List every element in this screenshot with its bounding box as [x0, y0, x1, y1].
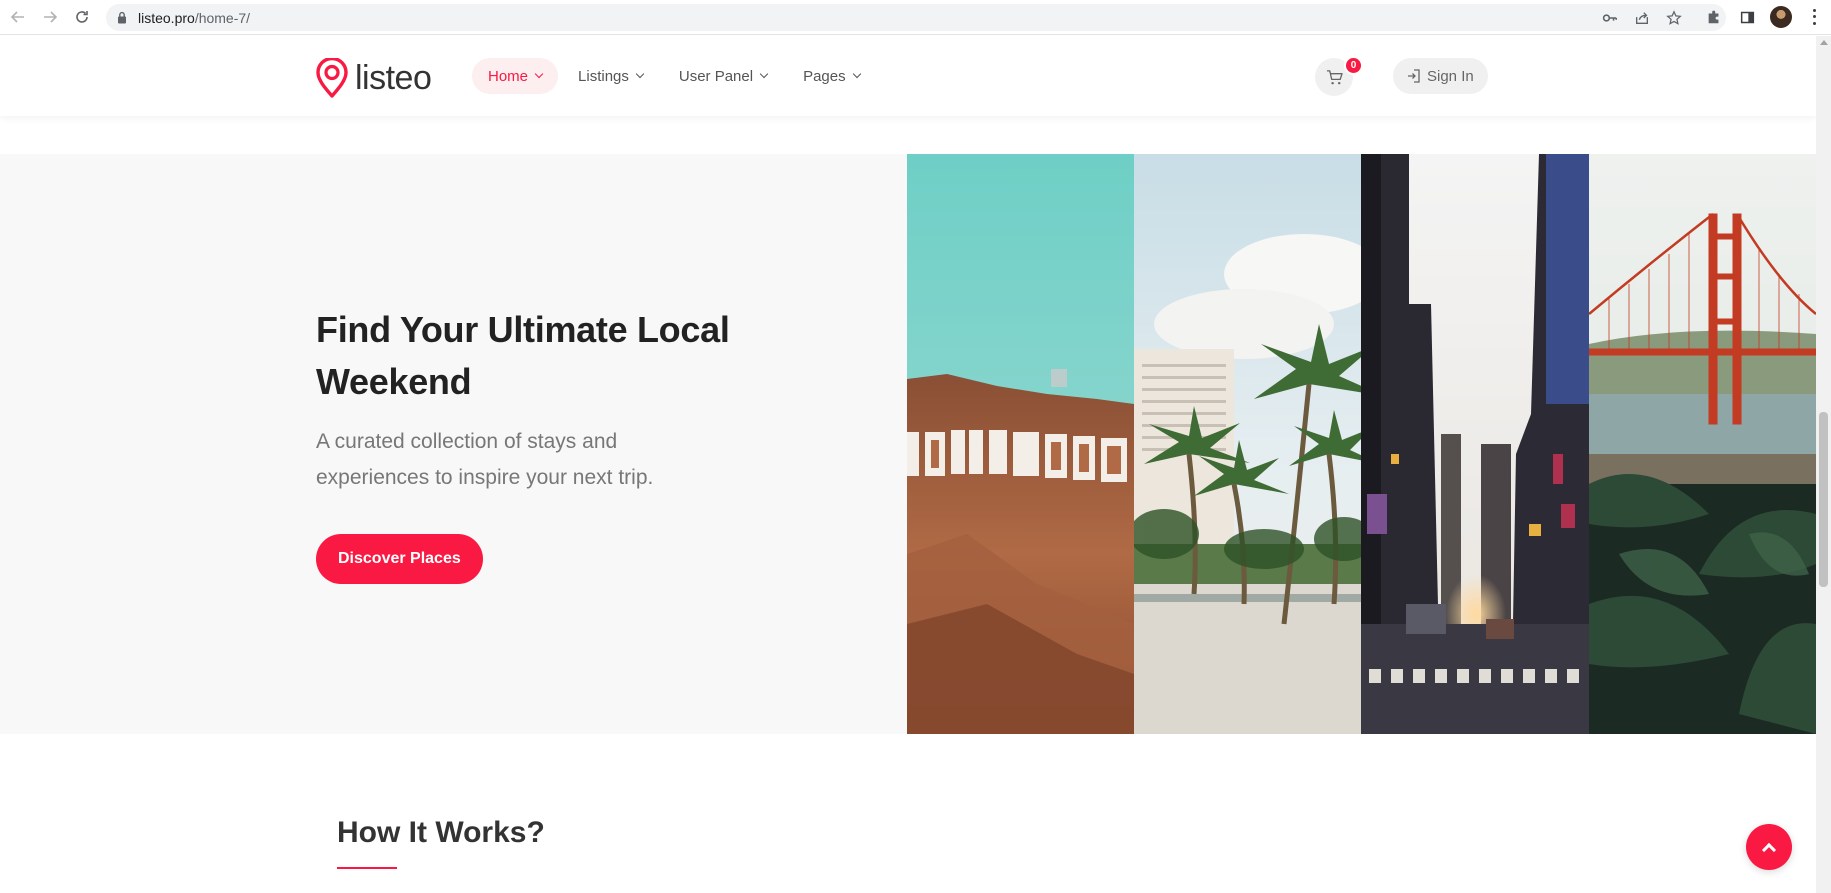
scroll-up-arrow-icon[interactable] — [1820, 40, 1828, 45]
back-to-top-button[interactable] — [1746, 824, 1792, 870]
extensions-icon[interactable] — [1704, 7, 1724, 27]
chevron-up-icon — [1761, 842, 1777, 857]
browser-toolbar: listeo.pro/home-7/ — [0, 0, 1831, 35]
menu-icon[interactable] — [1806, 7, 1822, 27]
hollywood-image[interactable] — [907, 154, 1134, 734]
menu-item-pages[interactable]: Pages — [787, 58, 876, 94]
menu-item-listings[interactable]: Listings — [562, 58, 659, 94]
sidepanel-icon[interactable] — [1737, 7, 1757, 27]
scrollbar-thumb[interactable] — [1819, 412, 1828, 587]
url-path: /home-7/ — [194, 10, 251, 26]
url-host: listeo.pro — [138, 10, 195, 26]
hero-subtitle: A curated collection of stays and experi… — [316, 430, 654, 489]
sign-in-label: Sign In — [1427, 67, 1474, 85]
discover-places-button[interactable]: Discover Places — [316, 534, 483, 584]
share-icon[interactable] — [1633, 9, 1651, 27]
menu-item-label: Home — [488, 67, 529, 85]
sign-in-icon — [1408, 69, 1420, 83]
page-viewport: listeo Home Listings User Panel Pages 0 … — [0, 36, 1816, 893]
url-text: listeo.pro/home-7/ — [138, 10, 250, 26]
sign-in-button[interactable]: Sign In — [1393, 58, 1488, 94]
menu-item-label: Pages — [803, 67, 846, 85]
menu-item-label: User Panel — [678, 67, 754, 85]
reload-icon[interactable] — [71, 6, 93, 28]
hero-section: Find Your Ultimate Local Weekend A curat… — [0, 154, 1816, 734]
address-bar[interactable]: listeo.pro/home-7/ — [106, 4, 1726, 31]
chevron-down-icon — [635, 69, 645, 79]
chevron-down-icon — [759, 69, 769, 79]
menu-item-home[interactable]: Home — [472, 58, 559, 94]
palm-beach-image[interactable] — [1134, 154, 1361, 734]
chevron-down-icon — [852, 69, 861, 79]
cart-count-badge: 0 — [1344, 56, 1363, 75]
menu-item-user-panel[interactable]: User Panel — [663, 58, 783, 94]
profile-avatar[interactable] — [1770, 6, 1792, 28]
key-icon[interactable] — [1601, 9, 1619, 27]
hero-title: Find Your Ultimate Local Weekend — [316, 309, 730, 402]
star-icon[interactable] — [1665, 9, 1683, 27]
lock-icon — [118, 11, 126, 24]
cart-icon — [1326, 69, 1343, 84]
section-title-how-it-works: How It Works? — [337, 816, 545, 849]
back-icon[interactable] — [7, 6, 29, 28]
site-header: listeo Home Listings User Panel Pages 0 … — [0, 36, 1816, 116]
logo[interactable]: listeo — [315, 58, 432, 98]
logo-text: listeo — [355, 58, 432, 97]
city-street-image[interactable] — [1361, 154, 1589, 734]
scrollbar[interactable] — [1816, 36, 1831, 893]
main-menu: Home Listings User Panel Pages — [472, 58, 880, 94]
chevron-down-icon — [534, 69, 544, 79]
title-underline — [337, 867, 397, 869]
menu-item-label: Listings — [578, 67, 629, 85]
forward-icon[interactable] — [39, 6, 61, 28]
map-pin-icon — [316, 58, 348, 98]
golden-gate-image[interactable] — [1589, 154, 1816, 734]
